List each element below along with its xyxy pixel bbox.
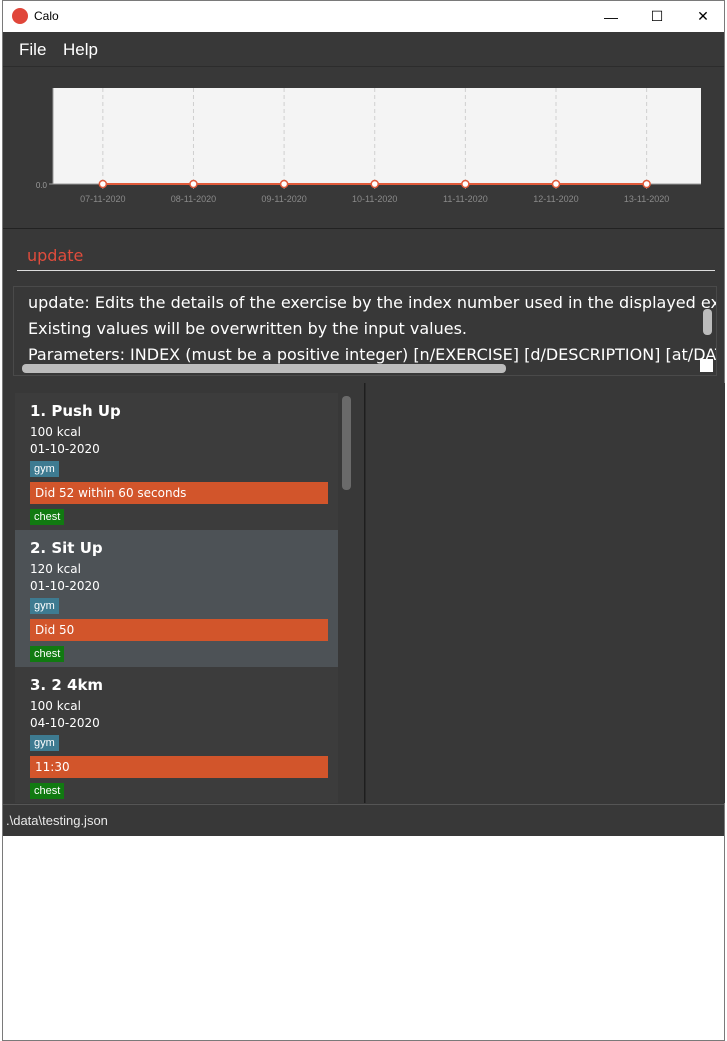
close-button[interactable]: ✕ [680,1,726,32]
tag-chest: chest [30,783,65,799]
x-tick-label: 13-11-2020 [624,194,669,204]
exercise-card[interactable]: 1. Push Up 100 kcal 01-10-2020 gym Did 5… [15,393,338,530]
x-tick-label: 07-11-2020 [80,194,125,204]
data-point [189,179,198,189]
tag-gym: gym [30,461,59,477]
command-input[interactable] [17,241,715,271]
result-vertical-scrollbar[interactable] [703,309,712,335]
data-point [642,179,651,189]
app-logo-icon [12,8,28,24]
menu-file[interactable]: File [19,40,46,60]
x-tick-label: 12-11-2020 [533,194,578,204]
maximize-button[interactable]: ☐ [634,1,680,32]
calorie-chart-pane: 0.0 07-11-2020 08-11-2020 09-11-2020 10-11-2… [3,68,724,229]
data-file-path: .\data\testing.json [6,813,108,828]
exercise-name: 2. Sit Up [30,539,103,557]
exercise-description: Did 52 within 60 seconds [30,482,328,504]
result-horizontal-scrollbar[interactable] [22,364,506,373]
y-tick-label: 0.0 [36,181,48,190]
exercise-name: 1. Push Up [30,402,121,420]
data-point [461,179,470,189]
exercise-date: 04-10-2020 [30,716,100,730]
detail-pane [365,383,725,803]
data-point [279,179,289,189]
window-title: Calo [34,9,59,23]
app-content: File Help 0.0 07-11-2020 08-11-2020 09-11-2… [3,32,725,836]
scroll-corner [700,359,713,372]
exercise-calories: 100 kcal [30,425,81,439]
x-tick-label: 09-11-2020 [261,194,306,204]
exercise-card[interactable]: 2. Sit Up 120 kcal 01-10-2020 gym Did 50… [15,530,338,667]
calorie-line-chart: 0.0 07-11-2020 08-11-2020 09-11-2020 10-11-2… [36,88,701,204]
data-point [551,179,561,189]
x-tick-label: 10-11-2020 [352,194,397,204]
tag-chest: chest [30,509,65,525]
tag-gym: gym [30,598,59,614]
exercise-list: 1. Push Up 100 kcal 01-10-2020 gym Did 5… [13,383,365,803]
menu-help[interactable]: Help [63,40,98,60]
exercise-description: Did 50 [30,619,328,641]
result-line: Parameters: INDEX (must be a positive in… [28,345,716,364]
tag-chest: chest [30,646,65,662]
list-scrollbar[interactable] [342,396,351,490]
exercise-card[interactable]: 3. 2 4km 100 kcal 04-10-2020 gym 11:30 c… [15,667,338,803]
data-point [98,179,108,189]
exercise-name: 3. 2 4km [30,676,104,694]
menu-bar: File Help [3,32,724,67]
result-line: update: Edits the details of the exercis… [28,293,716,312]
exercise-calories: 100 kcal [30,699,81,713]
plot-area [53,88,701,184]
tag-gym: gym [30,735,59,751]
exercise-description: 11:30 [30,756,328,778]
command-box-pane [3,229,724,281]
exercise-date: 01-10-2020 [30,442,100,456]
exercise-date: 01-10-2020 [30,579,100,593]
x-tick-label: 11-11-2020 [443,194,488,204]
result-display: update: Edits the details of the exercis… [13,286,717,376]
result-line: Existing values will be overwritten by t… [28,319,468,338]
minimize-button[interactable]: — [588,1,634,32]
exercise-calories: 120 kcal [30,562,81,576]
data-point [370,179,379,189]
app-window: Calo — ☐ ✕ File Help 0.0 07-11-2020 08-11-… [2,0,725,1041]
x-tick-label: 08-11-2020 [171,194,216,204]
title-bar: Calo — ☐ ✕ [3,1,724,32]
status-bar: .\data\testing.json [3,804,724,836]
